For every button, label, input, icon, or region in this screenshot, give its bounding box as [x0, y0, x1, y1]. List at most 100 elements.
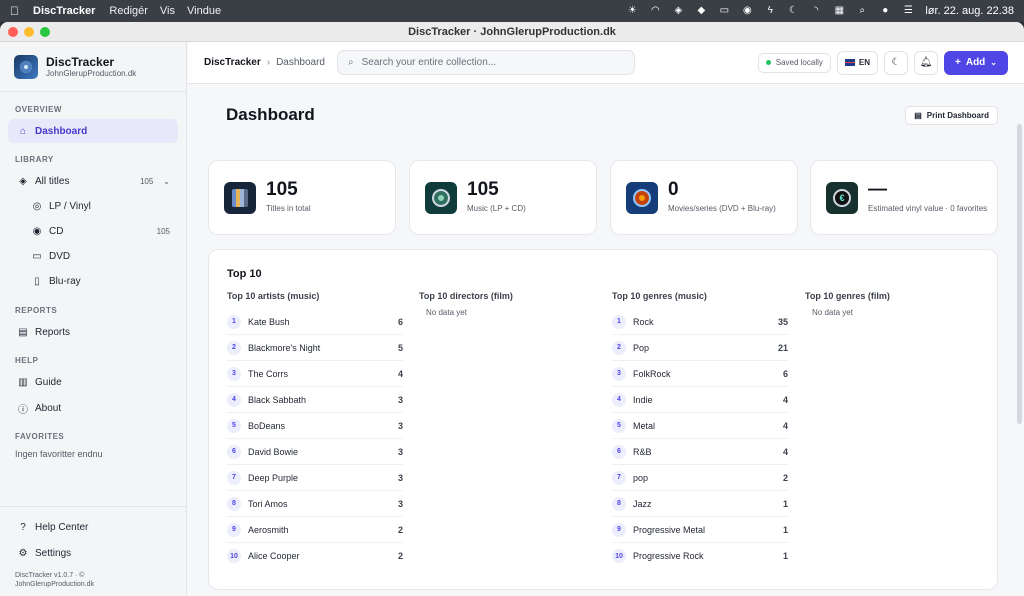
list-item: 8 Jazz 1 [612, 491, 788, 517]
language-button[interactable]: EN [836, 50, 878, 75]
rank-badge: 9 [612, 522, 626, 537]
breadcrumb-root[interactable]: DiscTracker [204, 57, 261, 68]
print-label: Print Dashboard [926, 111, 989, 120]
info-icon: ⓘ [18, 404, 28, 416]
apple-icon[interactable]:  [10, 4, 19, 18]
sidebar-item-settings[interactable]: ⚙ Settings [8, 541, 178, 565]
control-center-icon[interactable]: ☰ [902, 5, 914, 17]
chevron-right-icon: › [266, 57, 271, 68]
traffic-lights [0, 26, 50, 37]
stat-value: — [868, 179, 887, 200]
version-site: JohnGlerupProduction.dk [15, 581, 94, 588]
timer-icon[interactable]: ◉ [741, 5, 753, 17]
moon-icon[interactable]: ☾ [787, 5, 799, 17]
dark-mode-button[interactable]: ☾ [884, 50, 908, 75]
shield-icon[interactable]: ◈ [672, 5, 684, 17]
section-favorites: FAVORITES [15, 432, 65, 441]
close-window-button[interactable] [8, 26, 18, 37]
menubar-app-name[interactable]: DiscTracker [33, 5, 95, 17]
list-item: 4 Black Sabbath 3 [227, 387, 403, 413]
top10-card: Top 10 Top 10 artists (music) 1 Kate Bush… [208, 249, 998, 590]
sidebar-item-all-titles[interactable]: ◈ All titles 105 ⌄ [8, 169, 178, 193]
version-text: DiscTracker v1.0.7 · © JohnGlerupProduct… [0, 565, 186, 589]
notifications-button[interactable]: 🔔︎ [914, 50, 938, 75]
item-count: 4 [782, 394, 788, 405]
rank-badge: 5 [612, 418, 626, 433]
top10-title: Top 10 [227, 268, 262, 280]
rank-badge: 2 [612, 340, 626, 355]
search-input[interactable]: ⌕ Search your entire collection... [336, 50, 635, 75]
list-item: 10 Alice Cooper 2 [227, 543, 403, 569]
bell-icon: 🔔︎ [919, 57, 933, 68]
window-titlebar[interactable]: DiscTracker · JohnGlerupProduction.dk [0, 22, 1024, 42]
menu-vindue[interactable]: Vindue [187, 5, 221, 17]
minimize-window-button[interactable] [24, 26, 34, 37]
gauge-icon[interactable]: ◠ [649, 5, 661, 17]
item-name: pop [633, 472, 649, 483]
book-icon: ▥ [18, 376, 28, 388]
item-name: Rock [633, 316, 654, 327]
menubar-clock[interactable]: lør. 22. aug. 22.38 [925, 5, 1014, 17]
stat-value: 105 [266, 179, 298, 200]
sidebar-item-lp-vinyl[interactable]: ◎ LP / Vinyl [8, 194, 178, 218]
saved-status-badge: Saved locally [757, 52, 831, 73]
dropbox-icon[interactable]: ◆ [695, 5, 707, 17]
sidebar-item-blu-ray[interactable]: ▯ Blu-ray [8, 269, 178, 293]
stat-card-music: 105 Music (LP + CD) [409, 160, 597, 235]
sidebar-item-cd[interactable]: ◉ CD 105 [8, 219, 178, 243]
item-count: 6 [782, 368, 788, 379]
sidebar: DiscTracker JohnGlerupProduction.dk OVER… [0, 42, 187, 596]
stat-card-titles: 105 Titles in total [208, 160, 396, 235]
sidebar-item-guide[interactable]: ▥ Guide [8, 370, 178, 394]
bluray-case-icon: ▯ [34, 275, 40, 287]
siri-icon[interactable]: ● [879, 5, 891, 17]
cd-count: 105 [156, 226, 170, 236]
item-count: 2 [397, 524, 403, 535]
column-heading: Top 10 artists (music) [227, 291, 320, 301]
moon-icon: ☾ [891, 57, 901, 68]
item-count: 5 [397, 342, 403, 353]
top10-genres-film: Top 10 genres (film) No data yet [805, 291, 981, 317]
menu-redigér[interactable]: Redigér [109, 5, 148, 17]
rank-badge: 7 [227, 470, 241, 485]
item-name: Indie [633, 394, 653, 405]
bolt-icon[interactable]: ϟ [764, 5, 776, 17]
battery-charge-icon[interactable]: ▭ [718, 5, 730, 17]
rank-badge: 4 [227, 392, 241, 407]
no-data-text: No data yet [812, 308, 853, 317]
keyboard-icon[interactable]: ▦ [833, 5, 845, 17]
sidebar-item-about[interactable]: ⓘ About [8, 396, 178, 420]
item-count: 3 [397, 420, 403, 431]
item-name: Deep Purple [248, 472, 299, 483]
chevron-down-icon[interactable]: ⌄ [163, 177, 170, 186]
sidebar-item-help-center[interactable]: ? Help Center [8, 515, 178, 539]
section-overview: OVERVIEW [15, 105, 62, 114]
scrollbar[interactable] [1017, 124, 1022, 424]
sidebar-item-label: CD [49, 225, 64, 237]
status-dot-icon [765, 60, 771, 65]
print-dashboard-button[interactable]: ▤ Print Dashboard [905, 106, 998, 125]
item-count: 1 [782, 551, 788, 561]
uk-flag-icon [844, 59, 855, 66]
no-favorites-text: Ingen favoritter endnu [15, 449, 103, 459]
saved-status-text: Saved locally [775, 58, 823, 67]
spotlight-search-icon[interactable]: ⌕ [856, 5, 868, 17]
wifi-icon[interactable]: ◝ [810, 5, 822, 17]
rank-badge: 2 [227, 340, 241, 355]
top10-genres-music: Top 10 genres (music) 1 Rock 35 2 Pop 21 3 Folk… [612, 291, 788, 569]
item-name: Kate Bush [248, 316, 290, 327]
list-item: 3 FolkRock 6 [612, 361, 788, 387]
sidebar-item-dashboard[interactable]: ⌂ Dashboard [8, 119, 178, 143]
brightness-icon[interactable]: ☀ [626, 5, 638, 17]
rank-badge: 4 [612, 392, 626, 407]
sidebar-item-reports[interactable]: ▤ Reports [8, 320, 178, 344]
sidebar-item-dvd[interactable]: ▭ DVD [8, 244, 178, 268]
zoom-window-button[interactable] [40, 26, 50, 37]
brand[interactable]: DiscTracker JohnGlerupProduction.dk [0, 42, 186, 92]
list-item: 1 Rock 35 [612, 309, 788, 335]
brand-name: DiscTracker [46, 55, 115, 69]
vinyl-icon: ◎ [32, 200, 42, 212]
add-button[interactable]: + Add ⌄ [944, 50, 1008, 75]
menu-vis[interactable]: Vis [160, 5, 175, 17]
sidebar-item-label: Guide [35, 376, 62, 388]
